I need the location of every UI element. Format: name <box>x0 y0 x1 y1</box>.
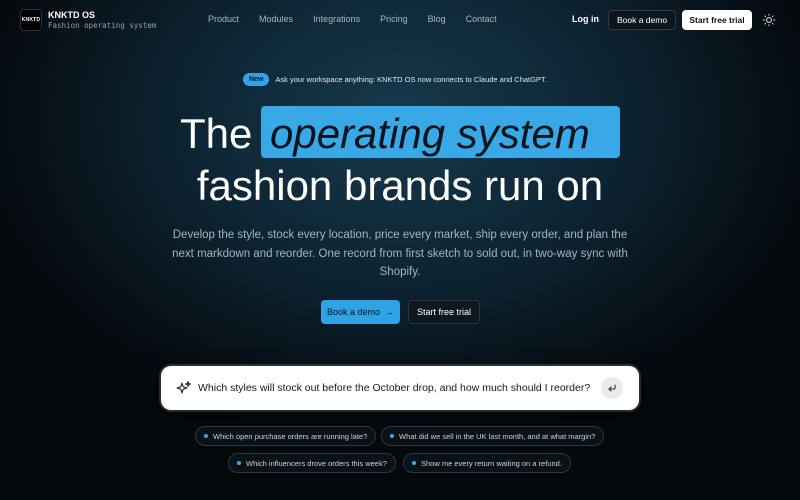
ask-box <box>161 366 639 410</box>
hero-title-highlight: operating system <box>270 110 590 157</box>
hero-title-prefix: The <box>180 110 253 157</box>
logo[interactable]: KNKTD <box>20 9 42 31</box>
suggestion-label: Show me every return waiting on a refund… <box>421 458 562 468</box>
return-icon <box>608 384 616 392</box>
start-trial-button[interactable]: Start free trial <box>408 300 480 324</box>
ask-input[interactable] <box>198 378 598 398</box>
arrow-right-icon: → <box>385 307 395 317</box>
submit-button[interactable] <box>601 377 623 399</box>
suggestion-label: Which open purchase orders are running l… <box>213 431 368 441</box>
nav-start-trial-button[interactable]: Start free trial <box>682 10 752 30</box>
brand-name[interactable]: KNKTD OS <box>48 10 95 20</box>
hero-title-line2: fashion brands run on <box>196 162 604 209</box>
nav-link-pricing[interactable]: Pricing <box>380 14 408 24</box>
announcement-bar[interactable]: New Ask your workspace anything: KNKTD O… <box>243 72 547 86</box>
suggestion-chip[interactable]: Which open purchase orders are running l… <box>195 426 377 446</box>
suggestion-chip[interactable]: What did we sell in the UK last month, a… <box>381 426 605 446</box>
top-nav: KNKTD KNKTD OS Fashion operating system … <box>0 0 800 40</box>
hero-title-line1: The operating system <box>0 104 800 160</box>
dot-icon <box>412 461 416 465</box>
book-demo-button[interactable]: Book a demo → <box>321 300 400 324</box>
nav-book-demo-button[interactable]: Book a demo <box>608 10 676 30</box>
sun-icon[interactable] <box>762 13 776 27</box>
book-demo-label: Book a demo <box>326 307 381 317</box>
new-badge: New <box>243 72 270 86</box>
dot-icon <box>237 461 241 465</box>
nav-link-product[interactable]: Product <box>208 14 239 24</box>
login-link[interactable]: Log in <box>572 14 599 24</box>
suggestion-label: Which influencers drove orders this week… <box>246 458 387 468</box>
announcement-text[interactable]: Ask your workspace anything: KNKTD OS no… <box>275 75 546 84</box>
nav-links: Product Modules Integrations Pricing Blo… <box>208 14 517 24</box>
dot-icon <box>390 434 394 438</box>
dot-icon <box>204 434 208 438</box>
suggestion-chip[interactable]: Which influencers drove orders this week… <box>228 453 396 473</box>
suggestion-label: What did we sell in the UK last month, a… <box>399 431 596 441</box>
brand-tagline: Fashion operating system <box>48 21 157 30</box>
nav-link-blog[interactable]: Blog <box>428 14 446 24</box>
nav-link-integrations[interactable]: Integrations <box>313 14 360 24</box>
nav-link-contact[interactable]: Contact <box>466 14 497 24</box>
suggestion-chip[interactable]: Show me every return waiting on a refund… <box>403 453 571 473</box>
sparkle-icon <box>176 380 192 394</box>
nav-link-modules[interactable]: Modules <box>259 14 293 24</box>
logo-text: KNKTD <box>21 17 41 23</box>
hero-description: Develop the style, stock every location,… <box>172 229 628 278</box>
